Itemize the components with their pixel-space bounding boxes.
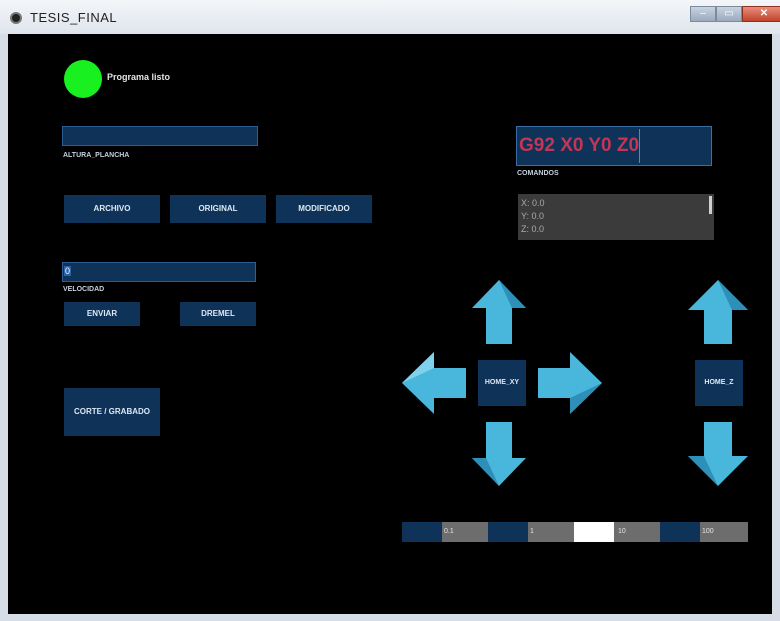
status-text: Programa listo [107, 72, 171, 82]
step-slider-fill [488, 522, 528, 542]
maximize-button[interactable]: ▭ [716, 6, 742, 22]
altura-plancha-label: ALTURA_PLANCHA [63, 152, 130, 159]
status-indicator [64, 60, 102, 98]
home-xy-button[interactable]: HOME_XY [478, 360, 526, 406]
step-slider-fill [660, 522, 700, 542]
app-window: TESIS_FINAL – ▭ ✕ Programa listo ALTURA_… [0, 0, 780, 621]
title-bar: TESIS_FINAL – ▭ ✕ [0, 0, 780, 34]
archivo-button[interactable]: ARCHIVO [64, 195, 160, 223]
x-coordinate: X: 0.0 [521, 198, 545, 208]
arrow-left-icon[interactable] [402, 352, 466, 414]
altura-plancha-field[interactable] [62, 126, 258, 146]
close-button[interactable]: ✕ [742, 6, 780, 22]
dremel-button[interactable]: DREMEL [180, 302, 256, 326]
window-title: TESIS_FINAL [30, 10, 118, 25]
velocidad-label: VELOCIDAD [63, 286, 105, 293]
step-slider-100[interactable]: 100 [660, 522, 748, 542]
step-slider-10[interactable]: 10 [574, 522, 660, 542]
arrow-up-icon[interactable] [472, 280, 526, 344]
command-text: G92 X0 Y0 Z0 [519, 135, 640, 156]
text-cursor [639, 129, 640, 163]
modificado-button[interactable]: MODIFICADO [276, 195, 372, 223]
coords-scrollbar[interactable] [709, 196, 712, 214]
step-slider-0-1[interactable]: 0.1 [402, 522, 488, 542]
z-arrow-up-icon[interactable] [688, 280, 748, 344]
coordinates-display: X: 0.0 Y: 0.0 Z: 0.0 [518, 194, 714, 240]
z-coordinate: Z: 0.0 [521, 224, 545, 234]
velocidad-field[interactable]: 0 [62, 262, 256, 282]
step-slider-fill [574, 522, 614, 542]
original-button[interactable]: ORIGINAL [170, 195, 266, 223]
arrow-right-icon[interactable] [538, 352, 602, 414]
step-slider-value: 100 [702, 528, 714, 535]
window-controls: – ▭ ✕ [690, 6, 780, 26]
sketch-canvas: Programa listo ALTURA_PLANCHA ARCHIVO OR… [8, 34, 772, 614]
arrow-down-icon[interactable] [472, 422, 526, 486]
step-slider-value: 0.1 [444, 528, 454, 535]
minimize-button[interactable]: – [690, 6, 716, 22]
step-slider-fill [402, 522, 442, 542]
z-arrow-down-icon[interactable] [688, 422, 748, 486]
command-input[interactable]: G92 X0 Y0 Z0 [516, 126, 712, 166]
home-z-button[interactable]: HOME_Z [695, 360, 743, 406]
step-slider-value: 10 [618, 528, 626, 535]
commands-label: COMANDOS [517, 170, 559, 177]
y-coordinate: Y: 0.0 [521, 211, 545, 221]
enviar-button[interactable]: ENVIAR [64, 302, 140, 326]
step-slider-value: 1 [530, 528, 534, 535]
app-icon [10, 12, 22, 24]
velocidad-value: 0 [64, 266, 72, 276]
corte-grabado-button[interactable]: CORTE / GRABADO [64, 388, 160, 436]
step-slider-1[interactable]: 1 [488, 522, 574, 542]
